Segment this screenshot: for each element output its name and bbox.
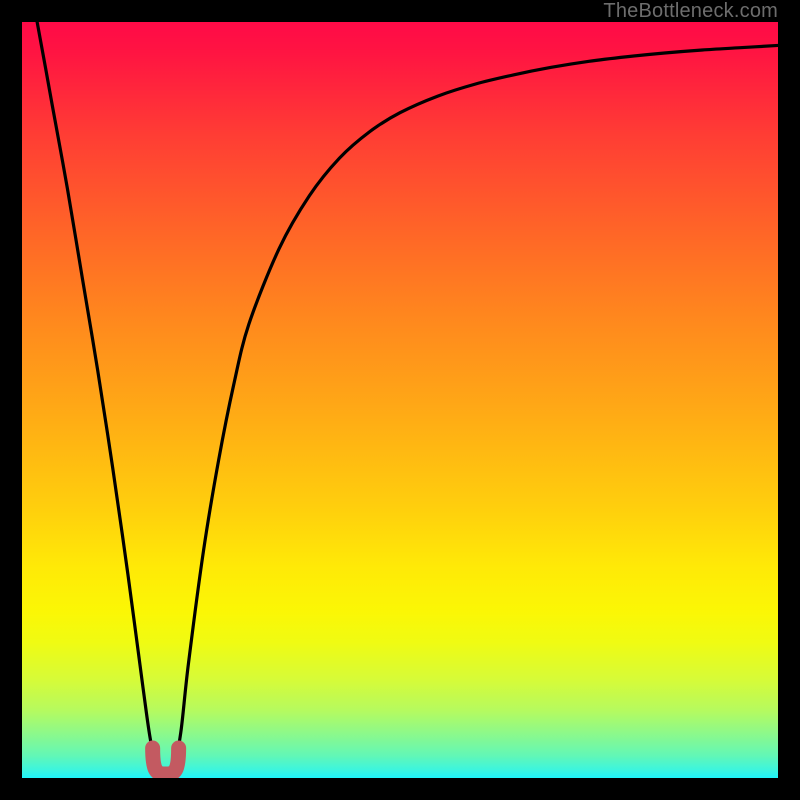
watermark-text: TheBottleneck.com — [603, 0, 778, 22]
plot-area — [22, 22, 778, 778]
bottleneck-curve — [22, 22, 778, 778]
valley-marker — [153, 748, 179, 774]
chart-frame: TheBottleneck.com — [0, 0, 800, 800]
curve-layer — [22, 22, 778, 778]
